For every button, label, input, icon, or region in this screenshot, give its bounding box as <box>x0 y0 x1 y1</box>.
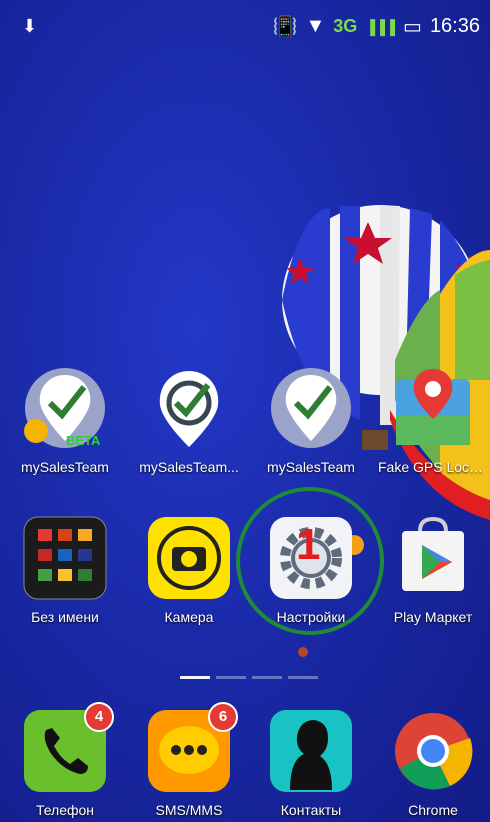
mysalesteam-icon <box>268 365 354 451</box>
status-bar: ⬇ 📳 ▼ 3G ▐▐▐ ▭ 16:36 <box>0 0 490 60</box>
dock-sms[interactable]: 6 SMS/MMS <box>134 702 244 818</box>
app-label: mySalesTeam <box>267 459 355 475</box>
app-label: Без имени <box>31 609 99 625</box>
home-screen: ⬇ 📳 ▼ 3G ▐▐▐ ▭ 16:36 BETA mySalesTeam my… <box>0 0 490 822</box>
app-label: mySalesTeam <box>21 459 109 475</box>
mysalesteam-icon: BETA <box>22 365 108 451</box>
network-type-label: 3G <box>333 16 358 36</box>
page-dot <box>180 676 210 679</box>
page-dot <box>216 676 246 679</box>
wifi-icon: ▼ <box>305 15 326 37</box>
app-label: Телефон <box>35 802 95 818</box>
phone-icon: 4 <box>22 702 114 794</box>
camera-icon <box>146 515 232 601</box>
app-label: Камера <box>164 609 214 625</box>
contacts-icon <box>268 708 354 794</box>
notification-download-icon: ⬇ <box>22 16 38 36</box>
app-label: Chrome <box>408 802 458 818</box>
app-label: Play Маркет <box>393 609 473 625</box>
app-play-market[interactable]: Play Маркет <box>378 515 488 625</box>
dock-chrome[interactable]: Chrome <box>378 708 488 818</box>
app-mysalesteam-beta[interactable]: BETA mySalesTeam <box>10 365 120 475</box>
dock-contacts[interactable]: Контакты <box>256 708 366 818</box>
dock-phone[interactable]: 4 Телефон <box>10 702 120 818</box>
app-label: Контакты <box>280 802 342 818</box>
app-label: Fake GPS Locat... <box>378 459 488 475</box>
vibrate-icon: 📳 <box>272 16 298 38</box>
status-icons: 📳 ▼ 3G ▐▐▐ ▭ 16:36 <box>273 14 480 39</box>
mysalesteam-pin-icon <box>146 365 232 451</box>
app-label: mySalesTeam... <box>139 459 239 475</box>
fake-gps-map-icon <box>390 365 476 451</box>
app-camera[interactable]: Камера <box>134 515 244 625</box>
app-label: SMS/MMS <box>155 802 223 818</box>
app-fake-gps[interactable]: Fake GPS Locat... <box>378 365 488 475</box>
app-folder-unnamed[interactable]: Без имени <box>10 515 120 625</box>
page-dot <box>288 676 318 679</box>
sms-icon: 6 <box>146 702 238 794</box>
step-number: 1 <box>296 520 321 569</box>
beta-badge: BETA <box>66 433 101 448</box>
folder-icon <box>22 515 108 601</box>
app-mysalesteam-3[interactable]: mySalesTeam <box>256 365 366 475</box>
app-mysalesteam-2[interactable]: mySalesTeam... <box>134 365 244 475</box>
notification-badge: 4 <box>84 702 114 732</box>
clock: 16:36 <box>429 15 480 37</box>
battery-icon: ▭ <box>403 16 422 38</box>
notification-badge: 6 <box>208 702 238 732</box>
play-store-icon <box>390 515 476 601</box>
signal-icon: ▐▐▐ <box>365 18 396 35</box>
page-indicator <box>180 676 318 679</box>
chrome-icon <box>390 708 476 794</box>
page-dot <box>252 676 282 679</box>
